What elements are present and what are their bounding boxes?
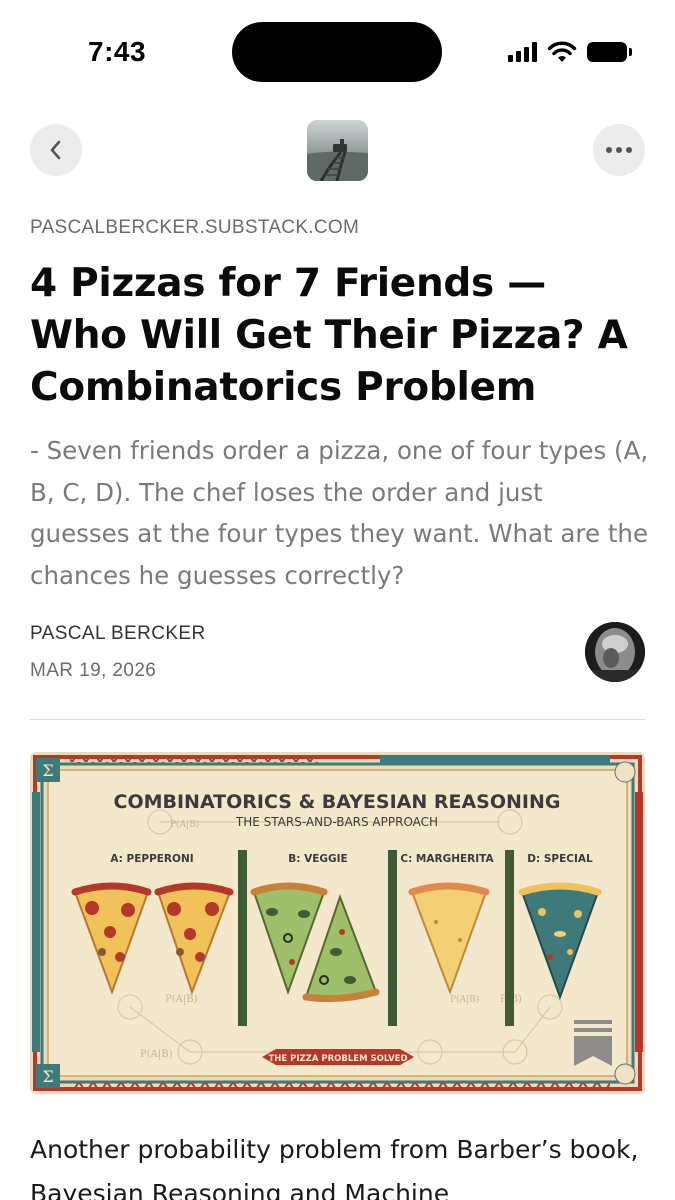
status-bar: 7:43 [0,0,675,100]
publication-logo[interactable] [307,120,368,181]
author-avatar[interactable] [585,622,645,682]
label-veggie: B: VEGGIE [288,853,347,865]
corner-sigma-top: Σ [42,761,53,780]
header-divider [30,719,645,720]
chevron-left-icon [50,140,61,160]
label-special: D: SPECIAL [527,853,593,865]
publication-domain[interactable]: PASCALBERCKER.SUBSTACK.COM [30,217,359,239]
cellular-signal-icon [508,42,537,62]
label-margherita: C: MARGHERITA [400,853,494,865]
publish-date: MAR 19, 2026 [30,660,157,681]
back-button[interactable] [30,124,82,176]
formula-label-4: P(A|B) [450,994,479,1005]
article-subtitle: - Seven friends order a pizza, one of fo… [30,436,649,590]
dynamic-island [232,22,442,82]
wifi-icon [547,41,577,62]
status-icons [508,38,632,66]
article-body: Another probability problem from Barber’… [30,1135,639,1200]
article-title: 4 Pizzas for 7 Friends — Who Will Get Th… [30,261,628,410]
bookmark-button[interactable] [574,1020,612,1068]
formula-label-1: P(A|B) [165,994,198,1005]
battery-icon [587,42,632,62]
formula-label-2: P(A|B) [140,1049,173,1060]
corner-sigma-bottom: Σ [42,1067,53,1086]
ellipsis-icon [606,147,632,153]
formula-label-3: P(A|B) [170,819,199,830]
author-name[interactable]: PASCAL BERCKER [30,623,206,645]
status-time: 7:43 [88,36,147,67]
cover-subheading: THE STARS-AND-BARS APPROACH [235,815,438,829]
bookmark-icon [574,1020,612,1066]
label-pepperoni: A: PEPPERONI [110,853,193,865]
cover-banner: THE PIZZA PROBLEM SOLVED [268,1054,407,1064]
top-nav [0,118,675,184]
cover-heading: COMBINATORICS & BAYESIAN REASONING [114,791,561,813]
more-options-button[interactable] [593,124,645,176]
cover-image[interactable]: Σ Σ P(A|B) P(A|B) P(A|B) P(A|B) P(B) COM… [30,752,645,1094]
